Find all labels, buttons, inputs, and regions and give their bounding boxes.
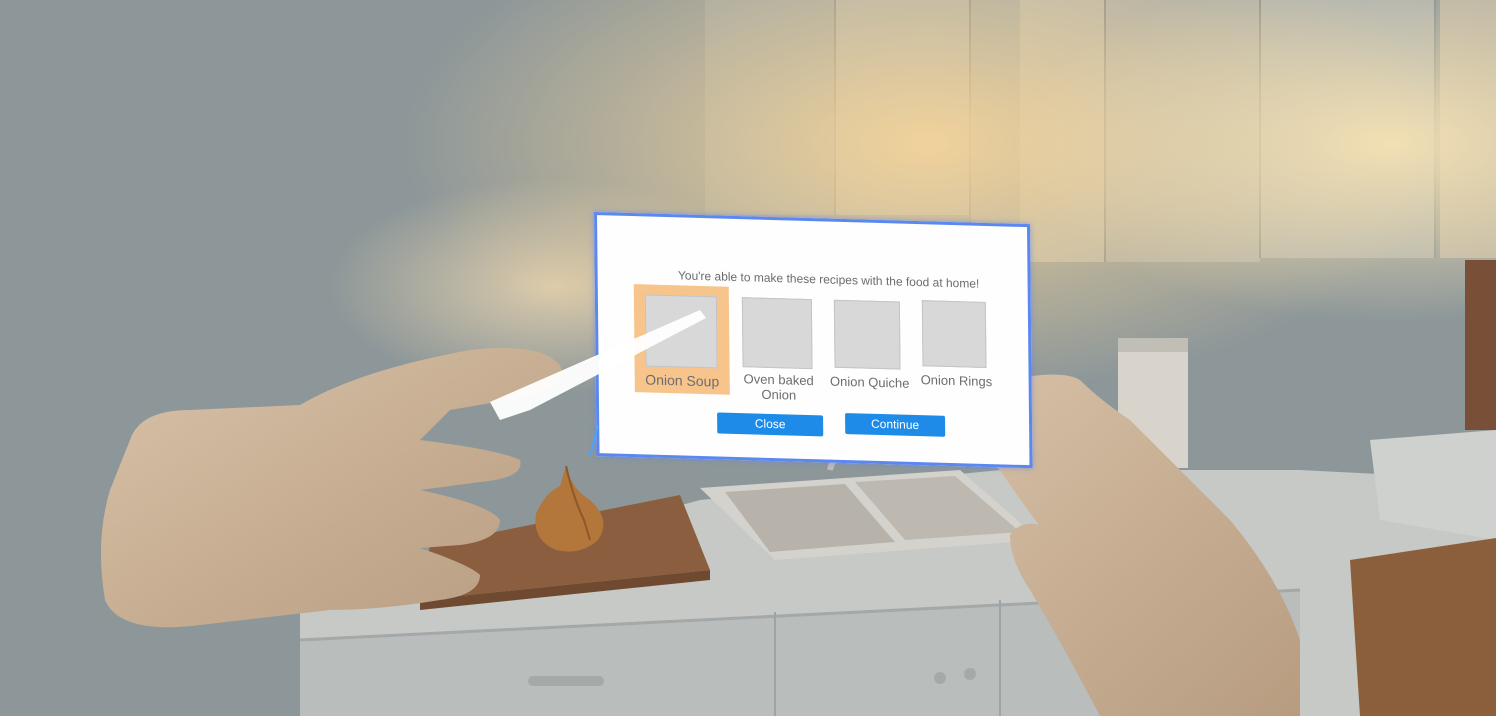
recipe-tile-onion-soup[interactable]: Onion Soup: [633, 284, 730, 395]
recipe-dialog: You're able to make these recipes with t…: [594, 212, 1033, 469]
recipe-thumbnail: [741, 297, 813, 370]
continue-button[interactable]: Continue: [845, 413, 946, 437]
recipe-tile-onion-quiche[interactable]: Onion Quiche: [829, 299, 911, 402]
close-button[interactable]: Close: [717, 412, 824, 437]
wood-panel: [1465, 260, 1496, 430]
recipe-label: Onion Rings: [920, 372, 993, 390]
recipe-thumbnail: [833, 299, 901, 370]
recipe-tile-onion-rings[interactable]: Onion Rings: [920, 300, 993, 402]
recipe-tile-oven-baked-onion[interactable]: Oven baked Onion: [738, 297, 819, 409]
recipe-thumbnail: [921, 300, 987, 368]
wooden-cart: [1350, 538, 1496, 716]
recipe-label: Onion Quiche: [829, 373, 910, 391]
dialog-card: You're able to make these recipes with t…: [594, 212, 1033, 469]
recipe-label: Onion Soup: [645, 371, 720, 390]
recipe-thumbnail: [644, 294, 718, 369]
recipe-label: Oven baked Onion: [743, 371, 814, 403]
